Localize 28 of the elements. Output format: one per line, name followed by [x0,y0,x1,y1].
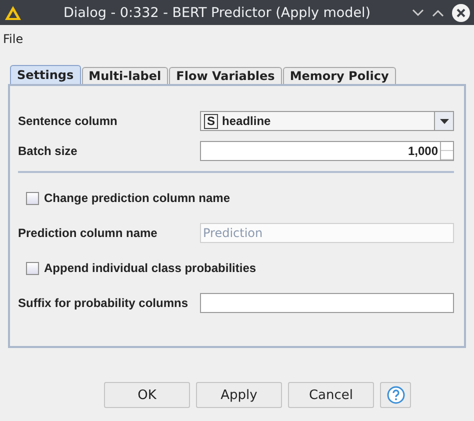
checkbox-label[interactable]: Append individual class probabilities [44,261,256,275]
dialog-button[interactable]: Apply [196,382,282,408]
field-label: Sentence column [18,114,118,128]
checkbox[interactable] [26,262,39,274]
checkbox[interactable] [26,192,39,204]
checkbox-label[interactable]: Change prediction column name [44,191,230,205]
column-dropdown[interactable]: S headline [200,111,454,131]
text-field[interactable] [200,293,454,313]
number-spinner[interactable]: 1,000 [200,141,454,161]
app-logo-icon [4,4,22,20]
tab[interactable]: Settings [10,65,81,84]
tab[interactable]: Multi-label [82,67,168,84]
caret-icon [440,118,448,124]
dialog-button[interactable]: Cancel [288,382,374,408]
tab[interactable]: Flow Variables [169,67,282,84]
field-label: Suffix for probability columns [18,296,190,310]
tab[interactable]: Memory Policy [282,67,396,84]
field-label: Batch size [18,144,78,158]
menu-item[interactable]: File [2,32,24,46]
minimize-icon[interactable] [412,8,424,16]
help-button[interactable] [380,382,411,408]
dialog-button[interactable]: OK [104,382,190,408]
field-label: Prediction column name [18,226,158,240]
string-type-icon: S [204,114,218,128]
close-icon[interactable] [452,4,470,22]
dropdown-value: headline [222,114,271,128]
window-title: Dialog - 0:332 - BERT Predictor (Apply model) [62,4,372,20]
maximize-icon[interactable] [432,8,444,16]
